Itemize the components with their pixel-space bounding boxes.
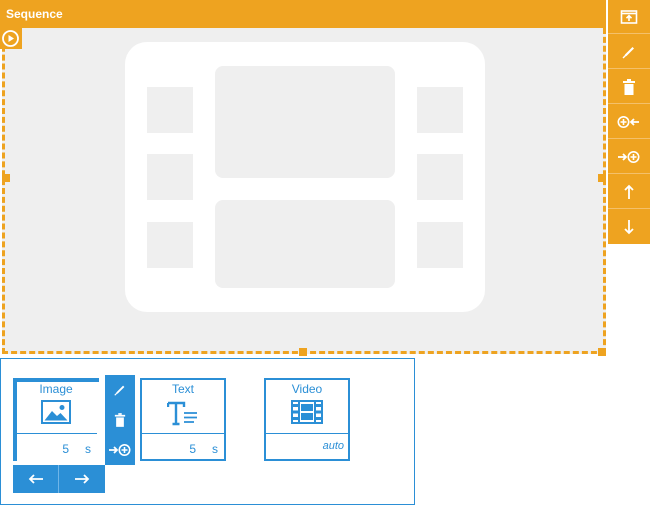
- arrow-left-icon: [28, 474, 43, 484]
- delete-icon: [623, 78, 635, 95]
- film-icon: [291, 400, 323, 424]
- resize-handle-bottom[interactable]: [299, 348, 307, 356]
- resize-handle-corner[interactable]: [598, 348, 606, 356]
- arrow-right-icon: [75, 474, 90, 484]
- delete-icon: [114, 413, 126, 427]
- card-duration-unit: s: [212, 442, 218, 456]
- card-auto-duration: auto: [322, 440, 344, 452]
- card-title: Video: [291, 382, 323, 396]
- card-edit-button[interactable]: [105, 375, 135, 405]
- resize-handle-left[interactable]: [2, 174, 10, 182]
- insert-after-button[interactable]: [608, 140, 650, 174]
- insert-after-icon: [618, 150, 640, 163]
- text-card[interactable]: Text 5 s: [140, 378, 226, 461]
- move-right-button[interactable]: [59, 465, 105, 493]
- text-icon: [167, 401, 197, 426]
- play-icon: [2, 30, 19, 47]
- edit-icon: [622, 46, 634, 58]
- play-button[interactable]: [0, 28, 22, 49]
- move-left-button[interactable]: [13, 465, 59, 493]
- sequence-canvas[interactable]: [2, 28, 606, 354]
- card-insert-after-button[interactable]: [105, 435, 135, 465]
- card-title: Text: [171, 382, 194, 396]
- card-toolbar: [105, 375, 135, 465]
- move-up-icon: [624, 184, 634, 199]
- card-delete-button[interactable]: [105, 405, 135, 435]
- image-icon: [41, 400, 71, 424]
- card-duration-unit: s: [85, 442, 91, 456]
- card-duration[interactable]: 5: [62, 442, 69, 456]
- sequence-header: [0, 0, 606, 28]
- insert-after-icon: [109, 444, 131, 456]
- film-placeholder-icon: [125, 42, 485, 312]
- move-up-button[interactable]: [608, 175, 650, 209]
- card-duration[interactable]: 5: [189, 442, 196, 456]
- exit-button[interactable]: [608, 0, 650, 34]
- card-move-controls: [13, 465, 105, 493]
- edit-button[interactable]: [608, 35, 650, 69]
- card-title: Image: [39, 382, 73, 396]
- sequence-toolbar: [608, 0, 650, 244]
- delete-button[interactable]: [608, 70, 650, 104]
- exit-icon: [620, 9, 638, 24]
- move-down-icon: [624, 220, 634, 235]
- move-down-button[interactable]: [608, 210, 650, 244]
- sequence-title: Sequence: [6, 7, 63, 21]
- resize-handle-right[interactable]: [598, 174, 606, 182]
- insert-before-icon: [617, 115, 639, 128]
- video-card[interactable]: Video auto: [264, 378, 350, 461]
- insert-before-button[interactable]: [608, 105, 650, 139]
- image-card[interactable]: Image 5 s: [13, 378, 103, 461]
- edit-icon: [114, 385, 125, 396]
